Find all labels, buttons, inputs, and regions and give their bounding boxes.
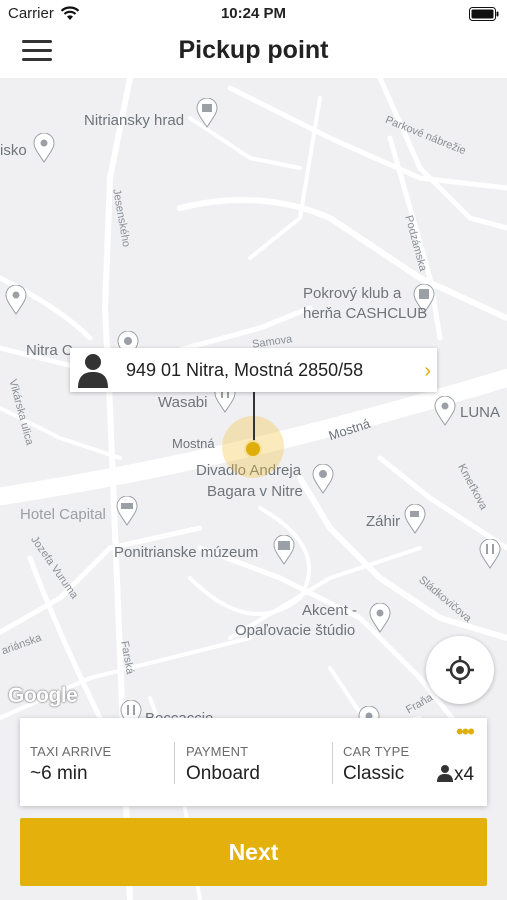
map-marker-castle-icon[interactable] <box>196 97 218 128</box>
my-location-button[interactable] <box>426 636 494 704</box>
battery-icon <box>469 7 499 21</box>
car-type-value: Classic <box>343 763 405 784</box>
car-type-label: CAR TYPE <box>343 744 410 759</box>
map-label: Opaľovacie štúdio <box>235 622 356 639</box>
map-label: Pokrový klub a <box>303 285 402 302</box>
map-label: herňa CASHCLUB <box>303 305 428 322</box>
map-label: Wasabi <box>158 394 208 411</box>
next-button[interactable]: Next <box>20 818 487 886</box>
taxi-arrive-value: ~6 min <box>30 763 88 784</box>
map-label: Záhir <box>366 513 401 530</box>
map-label: isko <box>0 142 27 159</box>
person-icon <box>437 765 453 782</box>
pickup-pin-icon[interactable] <box>244 440 262 458</box>
nav-bar: Pickup point <box>0 28 507 78</box>
status-bar: Carrier 10:24 PM <box>0 0 507 28</box>
map-marker-cafe-icon[interactable] <box>404 503 426 534</box>
map-label: Mostná <box>172 436 215 451</box>
map-marker-restaurant-icon[interactable] <box>479 538 501 569</box>
clock: 10:24 PM <box>220 5 287 22</box>
seat-count-value: x4 <box>454 764 475 785</box>
map-marker-icon[interactable] <box>33 132 55 163</box>
seat-count: x4 <box>436 764 474 786</box>
map-marker-theatre-icon[interactable] <box>312 463 334 494</box>
map-marker-museum-icon[interactable] <box>273 534 295 565</box>
map-label: Ponitrianske múzeum <box>114 544 259 561</box>
map-label: Akcent - <box>302 602 358 619</box>
divider <box>174 742 175 784</box>
map-label: Nitra C <box>26 342 73 359</box>
map-marker-icon[interactable] <box>434 395 456 426</box>
pickup-address-callout[interactable]: 949 01 Nitra, Mostná 2850/58 › <box>70 348 437 392</box>
divider <box>332 742 333 784</box>
google-logo: Google <box>8 684 78 707</box>
crosshair-icon <box>446 656 474 684</box>
map-label: Hotel Capital <box>20 506 106 523</box>
map-marker-hotel-icon[interactable] <box>116 495 138 526</box>
payment-label: PAYMENT <box>186 744 249 759</box>
taxi-arrive-section: TAXI ARRIVE ~6 min <box>30 744 111 786</box>
car-type-section[interactable]: CAR TYPE Classic <box>343 744 409 786</box>
map-marker-icon[interactable] <box>369 602 391 633</box>
ride-info-card: ••• TAXI ARRIVE ~6 min PAYMENT Onboard C… <box>20 718 487 806</box>
pickup-address-text: 949 01 Nitra, Mostná 2850/58 <box>126 360 364 380</box>
more-options-icon[interactable]: ••• <box>456 721 475 743</box>
map-label: Bagara v Nitre <box>207 483 303 500</box>
page-title: Pickup point <box>178 36 329 64</box>
map-label: LUNA <box>460 404 501 421</box>
person-icon <box>78 354 108 388</box>
chevron-right-icon: › <box>424 360 431 382</box>
taxi-arrive-label: TAXI ARRIVE <box>30 744 112 759</box>
map-marker-icon[interactable] <box>5 284 27 315</box>
payment-section[interactable]: PAYMENT Onboard <box>186 744 260 786</box>
map-label: Nitriansky hrad <box>84 112 185 129</box>
payment-value: Onboard <box>186 763 260 784</box>
